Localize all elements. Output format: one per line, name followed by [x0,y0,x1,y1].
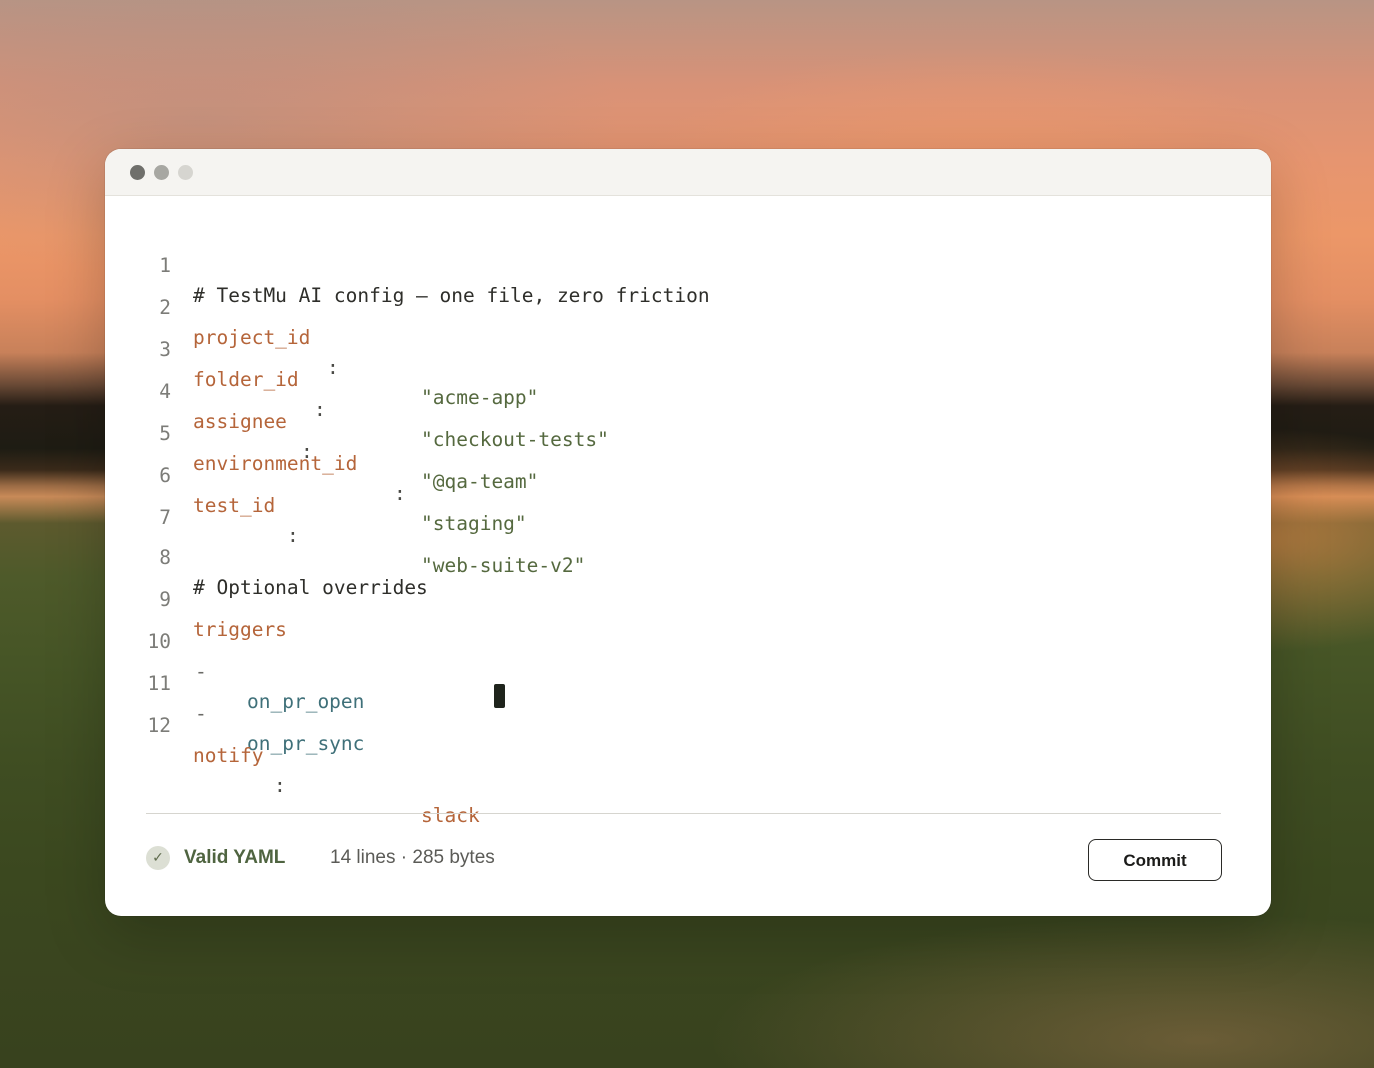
yaml-value: "web-suite-v2" [421,554,586,577]
code-line: 2 project_id : "acme-app" [105,263,538,409]
code-line: 6 test_id : "web-suite-v2" [105,431,585,577]
yaml-key: triggers [193,618,287,641]
yaml-key: assignee [193,410,287,433]
code-line: 5 environment_id : "staging" [105,389,526,535]
titlebar [105,149,1271,196]
editor-window: 1 # TestMu AI config — one file, zero fr… [105,149,1271,916]
list-dash: - [195,660,207,683]
code-comment: # TestMu AI config — one file, zero fric… [193,284,710,307]
yaml-key: environment_id [193,452,358,475]
list-dash: - [195,702,207,725]
yaml-colon: : [287,524,299,547]
yaml-key: project_id [193,326,311,349]
yaml-colon: : [274,774,286,797]
file-stats: 14 lines · 285 bytes [330,847,495,868]
code-line: 4 assignee : "@qa-team" [105,347,538,493]
yaml-value: "checkout-tests" [421,428,609,451]
check-icon: ✓ [146,846,170,870]
yaml-colon: : [327,356,339,379]
yaml-value: "staging" [421,512,527,535]
code-line: 10 - on_pr_open [105,597,365,713]
yaml-key: folder_id [193,368,299,391]
window-maximize-dot[interactable] [178,165,193,180]
yaml-colon: : [394,482,406,505]
validation-status: Valid YAML [184,847,286,868]
commit-button[interactable]: Commit [1088,839,1222,881]
yaml-key: notify [193,744,264,767]
yaml-colon: : [314,398,326,421]
list-item: on_pr_sync [247,732,365,755]
code-line: 8 # Optional overrides [105,513,428,599]
window-close-dot[interactable] [130,165,145,180]
yaml-key: test_id [193,494,276,517]
code-comment: # Optional overrides [193,576,428,599]
code-line: 3 folder_id : "checkout-tests" [105,305,609,451]
yaml-value: "acme-app" [421,386,539,409]
window-minimize-dot[interactable] [154,165,169,180]
code-line: 1 # TestMu AI config — one file, zero fr… [105,221,709,307]
code-line: 12 notify : slack [105,681,505,827]
code-line: 9 triggers [105,555,287,641]
text-cursor [494,684,505,708]
list-item: on_pr_open [247,690,365,713]
code-line: 11 - on_pr_sync [105,639,365,755]
status-footer: ✓ Valid YAML 14 lines · 285 bytes Commit [105,814,1271,916]
line-number: 12 [147,714,171,737]
code-line: 7 [105,473,175,529]
yaml-value: "@qa-team" [421,470,539,493]
